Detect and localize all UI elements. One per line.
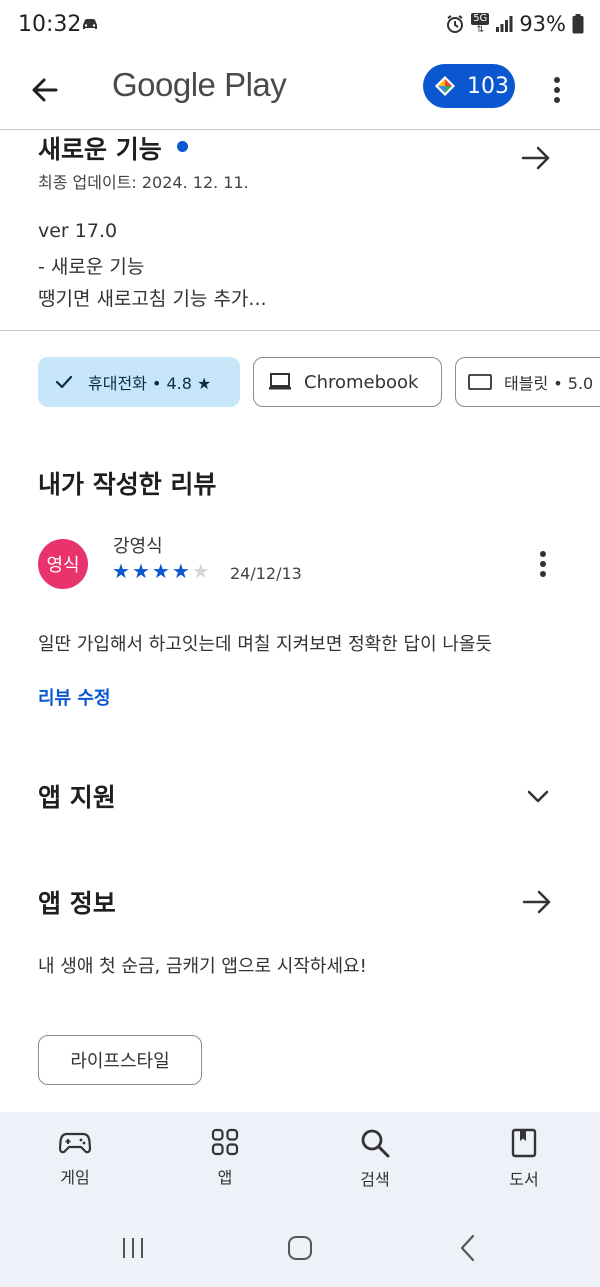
car-icon [83,19,97,29]
device-chip-tablet-label: 태블릿 • 5.0 [504,374,594,393]
whats-new-arrow-icon[interactable] [518,140,554,176]
release-notes-line: 땡기면 새로고침 기능 추가... [38,288,267,310]
app-info-heading[interactable]: 앱 정보 [38,884,116,920]
more-vert-icon [540,551,546,577]
star-filled-icon: ★ [131,559,150,583]
nav-games[interactable]: 게임 [25,1128,125,1200]
book-icon [511,1128,537,1158]
alarm-icon [447,15,464,33]
battery-level: 93% [519,12,566,36]
nav-books[interactable]: 도서 [474,1128,574,1200]
device-chip-tablet[interactable]: 태블릿 • 5.0 [455,357,600,407]
battery-icon [572,14,584,34]
signal-icon [496,16,513,32]
play-points-icon [435,76,455,96]
system-navigation-bar [0,1210,600,1287]
device-chip-phone-label: 휴대전화 • 4.8 ★ [88,374,212,393]
my-review-heading: 내가 작성한 리뷰 [38,470,217,499]
nav-apps-label: 앱 [217,1168,233,1187]
home-icon [288,1236,312,1260]
google-play-logo: Google Play [112,66,287,103]
network-type: 5G [471,13,490,25]
star-empty-icon: ★ [191,559,210,583]
checkmark-icon [55,375,73,389]
device-chip-chromebook[interactable]: Chromebook [253,357,442,407]
nav-search-label: 검색 [360,1170,390,1189]
release-notes-line: - 새로운 기능 [38,256,145,278]
star-filled-icon: ★ [112,559,130,583]
divider [0,330,600,331]
laptop-icon [269,373,291,390]
review-text: 일딴 가입해서 하고잇는데 며칠 지켜보면 정확한 답이 나올듯 [38,634,493,655]
recent-apps-button[interactable] [113,1228,153,1268]
last-updated: 최종 업데이트: 2024. 12. 11. [38,173,249,192]
status-bar: 10:32 5G ⇅ 93% [0,0,600,52]
app-bar: Google Play 103 [0,52,600,124]
arrow-forward-icon[interactable] [519,884,555,920]
app-info-description: 내 생애 첫 순금, 금캐기 앱으로 시작하세요! [38,956,367,977]
recent-apps-icon [123,1238,143,1258]
nav-apps[interactable]: 앱 [175,1128,275,1200]
apps-grid-icon [211,1128,239,1156]
edit-review-link[interactable]: 리뷰 수정 [38,684,111,710]
whats-new-title: 새로운 기능 [38,135,162,164]
play-points-button[interactable]: 103 [423,64,515,108]
nav-search[interactable]: 검색 [325,1128,425,1200]
play-points-count: 103 [467,73,509,99]
network-badge: 5G ⇅ [471,13,490,35]
release-notes-line: ver 17.0 [38,220,118,242]
star-filled-icon: ★ [171,559,190,583]
back-arrow-icon [32,78,58,102]
system-back-button[interactable] [448,1228,488,1268]
more-vert-icon [554,77,560,103]
device-chip-chromebook-label: Chromebook [304,371,419,393]
category-chip-label: 라이프스타일 [70,1051,170,1072]
star-rating: ★ ★ ★ ★ ★ [112,561,210,581]
review-date: 24/12/13 [230,564,302,583]
overflow-menu-button[interactable] [540,68,574,112]
bottom-navigation: 게임 앱 검색 도서 [0,1112,600,1210]
device-chip-phone[interactable]: 휴대전화 • 4.8 ★ [38,357,240,407]
star-filled-icon: ★ [151,559,170,583]
gamepad-icon [59,1132,91,1154]
nav-books-label: 도서 [509,1170,539,1189]
nav-games-label: 게임 [60,1168,90,1187]
status-time: 10:32 [18,12,82,37]
data-arrows-icon: ⇅ [476,25,485,35]
reviewer-name: 강영식 [113,536,163,557]
avatar-text: 영식 [46,555,80,576]
chevron-down-icon[interactable] [520,778,556,814]
home-button[interactable] [280,1228,320,1268]
status-indicators: 5G ⇅ 93% [445,12,584,36]
chevron-left-icon [460,1234,475,1262]
tablet-icon [468,374,492,390]
avatar: 영식 [38,539,88,589]
search-icon [361,1129,390,1158]
new-indicator-dot [177,141,188,152]
back-button[interactable] [22,68,66,112]
review-overflow-button[interactable] [528,546,558,582]
app-support-heading[interactable]: 앱 지원 [38,778,116,814]
category-chip[interactable]: 라이프스타일 [38,1035,202,1085]
